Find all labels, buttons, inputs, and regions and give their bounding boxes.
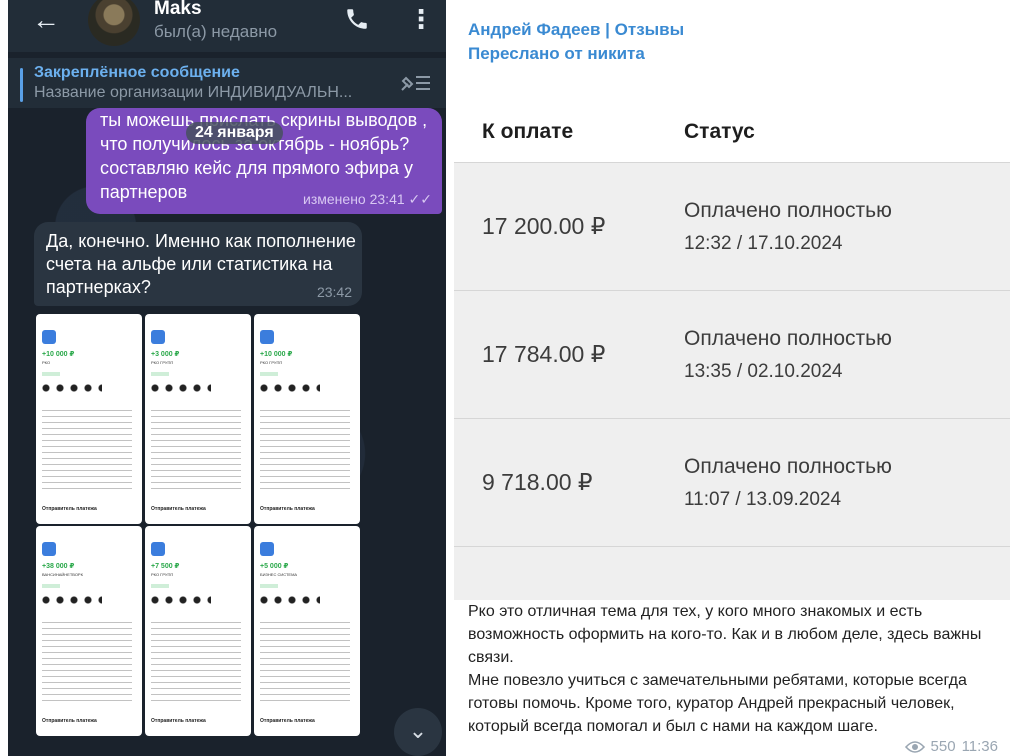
photo-sender: РКО [42, 360, 51, 365]
eye-icon [904, 740, 925, 753]
bank-icon [151, 542, 165, 556]
photo-footer: Отправитель платежа [260, 506, 315, 512]
pinned-text: Название организации ИНДИВИДУАЛЬН... [34, 84, 353, 101]
phone-icon[interactable] [344, 6, 370, 32]
pinned-message[interactable]: Закреплённое сообщение Название организа… [8, 58, 446, 108]
photo-amount: +5 000 ₽ [260, 563, 289, 570]
outgoing-message-meta: изменено 23:41 ✓✓ [303, 191, 432, 207]
bank-icon [42, 330, 56, 344]
pinned-list-icon[interactable] [398, 72, 432, 94]
incoming-message-text: Да, конечно. Именно как пополнение счета… [46, 231, 356, 297]
photo-album: +10 000 ₽ РКО Отправитель платежа +3 000… [34, 312, 362, 740]
chat-header: ← Maks был(а) недавно ⋮ [8, 0, 446, 52]
bank-icon [42, 542, 56, 556]
row-time: 13:35 / 02.10.2024 [684, 361, 843, 382]
bank-icon [260, 542, 274, 556]
album-photo[interactable]: +7 500 ₽ РКО ГРУПП Отправитель платежа [145, 526, 251, 736]
screenshot-collage: ← Maks был(а) недавно ⋮ Закреплённое соо… [0, 0, 1017, 756]
row-time: 12:32 / 17.10.2024 [684, 233, 843, 254]
back-arrow-icon[interactable]: ← [32, 6, 60, 34]
photo-amount: +10 000 ₽ [260, 351, 293, 358]
photo-amount: +38 000 ₽ [42, 563, 75, 570]
payments-screenshot[interactable]: К оплате Статус 17 200.00 ₽ Оплачено пол… [454, 80, 1010, 600]
photo-details [260, 410, 350, 490]
photo-actions [151, 596, 211, 604]
photo-details [42, 410, 132, 490]
incoming-message-time: 23:42 [316, 284, 352, 300]
post-meta: 550 11:36 [904, 738, 998, 755]
photo-actions [260, 384, 320, 392]
photo-footer: Отправитель платежа [42, 718, 97, 724]
album-photo[interactable]: +3 000 ₽ РКО ГРУПП Отправитель платежа [145, 314, 251, 524]
pinned-title: Закреплённое сообщение [34, 64, 240, 81]
post-text: Рко это отличная тема для тех, у кого мн… [468, 603, 982, 735]
column-header-amount: К оплате [482, 120, 574, 143]
row-amount: 17 200.00 ₽ [482, 213, 606, 239]
scroll-down-button[interactable]: ⌄ [394, 708, 442, 756]
photo-sender: РКО ГРУПП [151, 360, 174, 365]
table-row-empty [454, 546, 1010, 600]
photo-details [42, 622, 132, 702]
table-header: К оплате Статус [454, 80, 1010, 160]
forwarded-from[interactable]: Переслано от никита [468, 44, 645, 64]
bank-icon [260, 330, 274, 344]
photo-sender: БИЗНЕС СИСТЕМА [260, 572, 298, 577]
pinned-indicator [20, 68, 23, 102]
photo-badge [151, 372, 169, 376]
album-photo[interactable]: +10 000 ₽ РКО ГРУПП Отправитель платежа [254, 314, 360, 524]
photo-actions [42, 384, 102, 392]
photo-badge [151, 584, 169, 588]
incoming-message[interactable]: Да, конечно. Именно как пополнение счета… [34, 222, 362, 306]
row-time: 11:07 / 13.09.2024 [684, 489, 842, 510]
date-chip: 24 января [186, 122, 283, 144]
photo-badge [42, 584, 60, 588]
photo-actions [151, 384, 211, 392]
view-count: 550 [930, 738, 956, 755]
photo-sender: ВАНСИНАЙНЕТВОРК [42, 572, 83, 577]
table-row: 9 718.00 ₽ Оплачено полностью 11:07 / 13… [454, 418, 1010, 546]
post-author[interactable]: Андрей Фадеев | Отзывы [468, 20, 684, 40]
photo-badge [260, 372, 278, 376]
row-status: Оплачено полностью [684, 199, 892, 222]
photo-badge [260, 584, 278, 588]
table-row: 17 200.00 ₽ Оплачено полностью 12:32 / 1… [454, 162, 1010, 290]
photo-amount: +3 000 ₽ [151, 351, 180, 358]
album-photo[interactable]: +10 000 ₽ РКО Отправитель платежа [36, 314, 142, 524]
photo-actions [260, 596, 320, 604]
row-amount: 17 784.00 ₽ [482, 341, 606, 367]
photo-amount: +7 500 ₽ [151, 563, 180, 570]
photo-details [260, 622, 350, 702]
avatar[interactable] [88, 0, 140, 46]
table-row: 17 784.00 ₽ Оплачено полностью 13:35 / 0… [454, 290, 1010, 418]
photo-actions [42, 596, 102, 604]
photo-sender: РКО ГРУПП [151, 572, 174, 577]
column-header-status: Статус [684, 120, 755, 143]
album-photo[interactable]: +38 000 ₽ ВАНСИНАЙНЕТВОРК Отправитель пл… [36, 526, 142, 736]
bank-icon [151, 330, 165, 344]
album-photo[interactable]: +5 000 ₽ БИЗНЕС СИСТЕМА Отправитель плат… [254, 526, 360, 736]
channel-post: Андрей Фадеев | Отзывы Переслано от ники… [452, 10, 1010, 756]
photo-sender: РКО ГРУПП [260, 360, 283, 365]
row-amount: 9 718.00 ₽ [482, 469, 593, 495]
photo-details [151, 622, 241, 702]
row-status: Оплачено полностью [684, 327, 892, 350]
chat-panel: ← Maks был(а) недавно ⋮ Закреплённое соо… [8, 0, 446, 756]
photo-footer: Отправитель платежа [151, 718, 206, 724]
row-status: Оплачено полностью [684, 455, 892, 478]
post-time: 11:36 [961, 738, 998, 755]
photo-footer: Отправитель платежа [260, 718, 315, 724]
photo-amount: +10 000 ₽ [42, 351, 75, 358]
more-menu-icon[interactable]: ⋮ [408, 6, 434, 32]
photo-footer: Отправитель платежа [42, 506, 97, 512]
chat-status: был(а) недавно [154, 22, 278, 41]
photo-badge [42, 372, 60, 376]
photo-footer: Отправитель платежа [151, 506, 206, 512]
chat-name[interactable]: Maks [154, 0, 202, 20]
photo-details [151, 410, 241, 490]
